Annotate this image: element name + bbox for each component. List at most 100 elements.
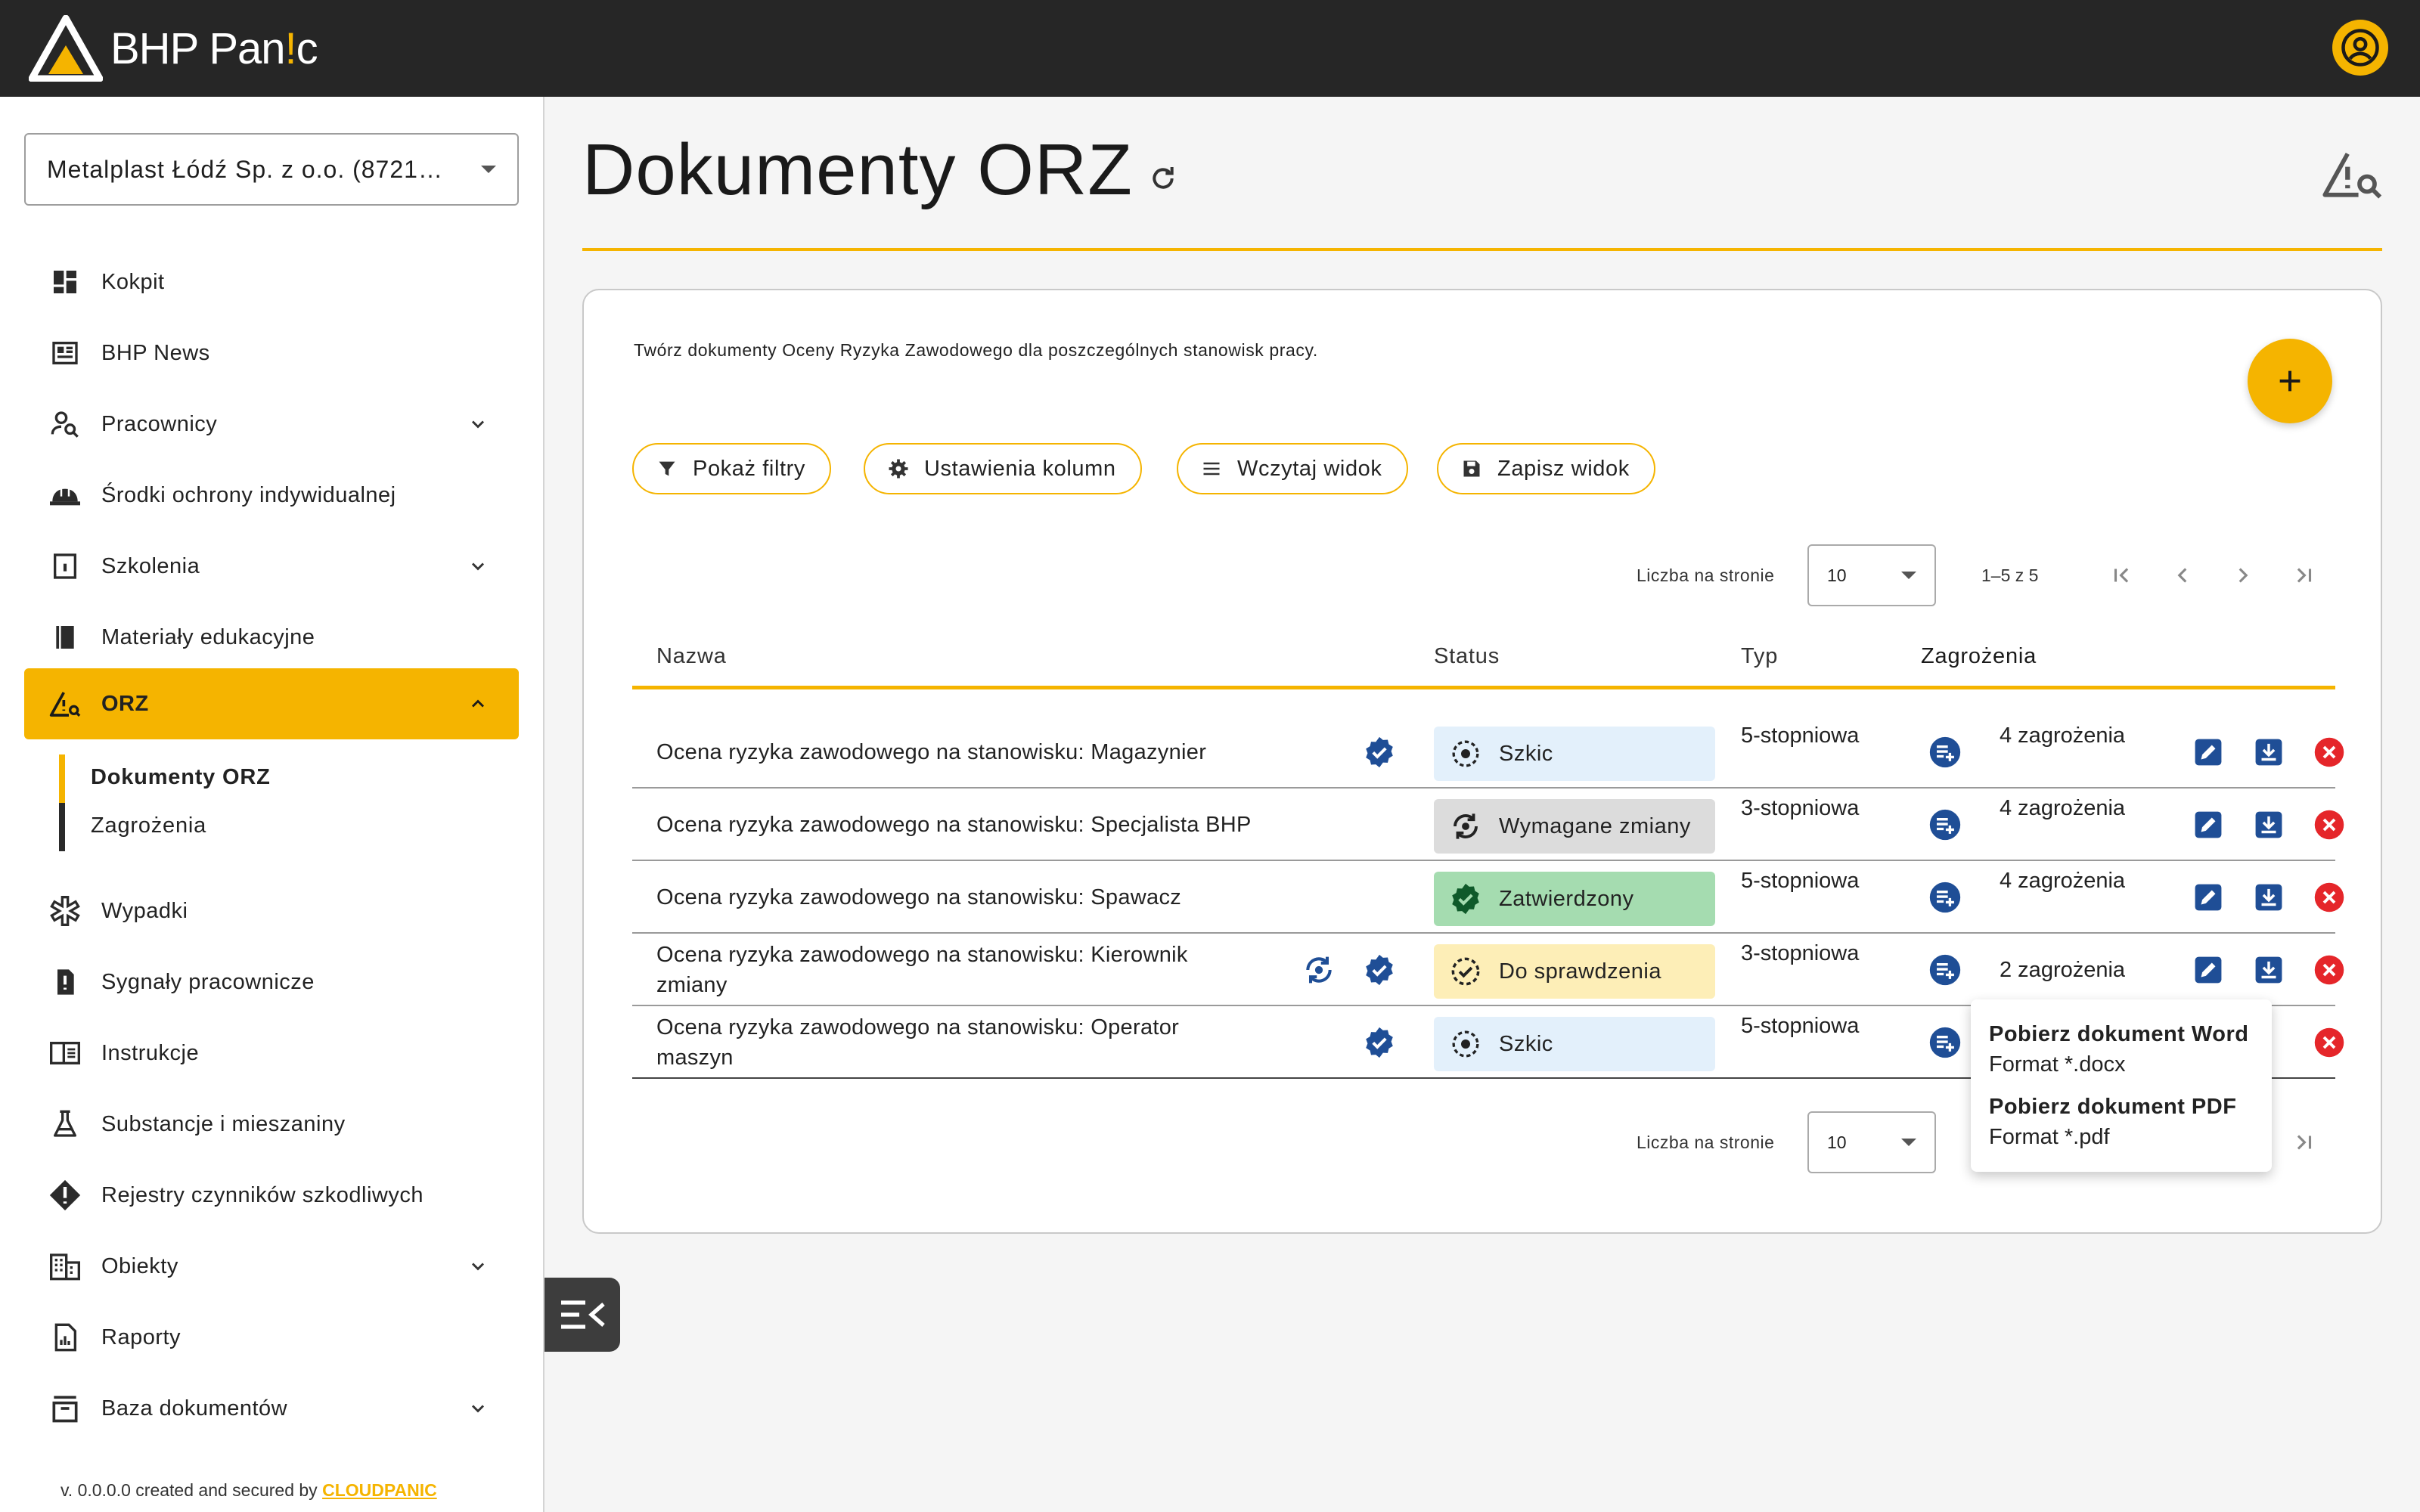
- sidebar-item-bhp-news[interactable]: BHP News: [24, 318, 519, 389]
- delete-button[interactable]: [2311, 879, 2347, 916]
- sidebar-subitem-dokumenty-orz[interactable]: Dokumenty ORZ: [91, 765, 271, 790]
- add-hazard-button[interactable]: [1927, 1024, 1963, 1061]
- sidebar-item-rejestry[interactable]: Rejestry czynników szkodliwych: [24, 1160, 519, 1231]
- row-name: Ocena ryzyka zawodowego na stanowisku: S…: [656, 885, 1182, 909]
- sidebar-item-pracownicy[interactable]: Pracownicy: [24, 389, 519, 460]
- download-button[interactable]: [2251, 879, 2287, 916]
- edit-button[interactable]: [2190, 952, 2226, 988]
- previous-page-button[interactable]: [2164, 557, 2201, 593]
- collapse-sidebar-button[interactable]: [544, 1278, 620, 1352]
- plus-icon: [2279, 370, 2301, 392]
- sidebar-item-orz[interactable]: ORZ: [24, 668, 519, 739]
- rows-per-page-value: 10: [1827, 1132, 1847, 1152]
- download-word-option[interactable]: Pobierz dokument Word Format *.docx: [1989, 1019, 2254, 1080]
- delete-button[interactable]: [2311, 1024, 2347, 1061]
- sidebar: Metalplast Łódź Sp. z o.o. (8721… Kokpit…: [0, 97, 544, 1512]
- download-pdf-option[interactable]: Pobierz dokument PDF Format *.pdf: [1989, 1092, 2254, 1152]
- chevron-down-icon: [463, 409, 493, 439]
- sidebar-item-srodki-ochrony[interactable]: Środki ochrony indywidualnej: [24, 460, 519, 531]
- sidebar-item-kokpit[interactable]: Kokpit: [24, 246, 519, 318]
- edit-button[interactable]: [2190, 807, 2226, 843]
- table-row[interactable]: Ocena ryzyka zawodowego na stanowisku: K…: [632, 934, 2344, 1006]
- sidebar-item-sygnaly[interactable]: Sygnały pracownicze: [24, 947, 519, 1018]
- chevron-down-icon: [463, 551, 493, 581]
- last-page-button[interactable]: [2285, 1124, 2322, 1160]
- edit-icon: [2195, 811, 2222, 838]
- sidebar-item-raporty[interactable]: Raporty: [24, 1302, 519, 1373]
- table-row[interactable]: Ocena ryzyka zawodowego na stanowisku: S…: [632, 789, 2344, 861]
- rows-per-page-value: 10: [1827, 565, 1847, 585]
- flask-icon: [47, 1106, 83, 1142]
- verified-badge-icon: [1361, 734, 1398, 770]
- sidebar-subitem-zagrozenia[interactable]: Zagrożenia: [91, 813, 206, 838]
- sidebar-item-obiekty[interactable]: Obiekty: [24, 1231, 519, 1302]
- row-hazards-count: 2 zagrożenia: [2000, 958, 2126, 982]
- app-name: BHP Pan!c: [110, 23, 318, 73]
- add-hazard-button[interactable]: [1927, 879, 1963, 916]
- delete-button[interactable]: [2311, 952, 2347, 988]
- add-document-button[interactable]: [2248, 339, 2332, 423]
- column-header-hazards[interactable]: Zagrożenia: [1921, 644, 2037, 669]
- column-header-status[interactable]: Status: [1434, 644, 1500, 669]
- vendor-link[interactable]: CLOUDPANIC: [322, 1480, 437, 1500]
- sidebar-item-label: ORZ: [101, 692, 149, 716]
- download-button[interactable]: [2251, 807, 2287, 843]
- app-logo[interactable]: BHP Pan!c: [29, 15, 318, 82]
- playlist-add-icon: [1929, 881, 1961, 913]
- refresh-button[interactable]: [1142, 157, 1184, 200]
- edit-button[interactable]: [2190, 734, 2226, 770]
- version-footer: v. 0.0.0.0 created and secured by CLOUDP…: [60, 1480, 437, 1501]
- table-row[interactable]: Ocena ryzyka zawodowego na stanowisku: S…: [632, 861, 2344, 934]
- add-hazard-button[interactable]: [1927, 952, 1963, 988]
- first-page-button[interactable]: [2104, 557, 2140, 593]
- row-name: Ocena ryzyka zawodowego na stanowisku: M…: [656, 740, 1207, 764]
- delete-button[interactable]: [2311, 734, 2347, 770]
- sidebar-item-instrukcje[interactable]: Instrukcje: [24, 1018, 519, 1089]
- column-settings-button[interactable]: Ustawienia kolumn: [864, 443, 1142, 494]
- rows-per-page-select[interactable]: 10: [1807, 1111, 1936, 1173]
- column-header-name[interactable]: Nazwa: [656, 644, 727, 669]
- page-title: Dokumenty ORZ: [582, 129, 1133, 210]
- close-circle-icon: [2314, 882, 2344, 912]
- save-icon: [1460, 457, 1484, 481]
- version-text: v. 0.0.0.0 created and secured by: [60, 1480, 318, 1500]
- sidebar-item-wypadki[interactable]: Wypadki: [24, 875, 519, 947]
- sidebar-item-materialy[interactable]: Materiały edukacyjne: [24, 602, 519, 673]
- load-view-button[interactable]: Wczytaj widok: [1177, 443, 1408, 494]
- download-word-title: Pobierz dokument Word: [1989, 1022, 2249, 1046]
- status-badge: Zatwierdzony: [1434, 872, 1715, 926]
- sync-review-icon[interactable]: [1301, 952, 1337, 988]
- rows-per-page-select[interactable]: 10: [1807, 544, 1936, 606]
- download-button[interactable]: [2251, 952, 2287, 988]
- download-button[interactable]: [2251, 734, 2287, 770]
- download-menu: Pobierz dokument Word Format *.docx Pobi…: [1971, 999, 2272, 1172]
- sidebar-item-substancje[interactable]: Substancje i mieszaniny: [24, 1089, 519, 1160]
- show-filters-button[interactable]: Pokaż filtry: [632, 443, 832, 494]
- close-circle-icon: [2314, 737, 2344, 767]
- delete-button[interactable]: [2311, 807, 2347, 843]
- save-view-button[interactable]: Zapisz widok: [1437, 443, 1655, 494]
- close-circle-icon: [2314, 1027, 2344, 1058]
- rows-per-page-label: Liczba na stronie: [1637, 1132, 1775, 1152]
- next-page-button[interactable]: [2225, 557, 2261, 593]
- add-hazard-button[interactable]: [1927, 807, 1963, 843]
- user-account-button[interactable]: [2332, 20, 2388, 76]
- chevron-right-icon: [2238, 568, 2248, 583]
- table-row[interactable]: Ocena ryzyka zawodowego na stanowisku: M…: [632, 716, 2344, 789]
- pagination-range: 1–5 z 5: [1981, 565, 2039, 585]
- company-select[interactable]: Metalplast Łódź Sp. z o.o. (8721…: [24, 133, 519, 206]
- add-hazard-button[interactable]: [1927, 734, 1963, 770]
- sidebar-item-szkolenia[interactable]: Szkolenia: [24, 531, 519, 602]
- menu-collapse-icon: [561, 1300, 605, 1329]
- hazard-search-button[interactable]: [2322, 148, 2382, 203]
- building-icon: [47, 1248, 83, 1284]
- column-settings-label: Ustawienia kolumn: [924, 456, 1116, 481]
- sidebar-item-label: Wypadki: [101, 899, 188, 923]
- verified-badge-icon: [1361, 952, 1398, 988]
- column-header-type[interactable]: Typ: [1741, 644, 1778, 669]
- last-page-button[interactable]: [2285, 557, 2322, 593]
- sidebar-item-baza-dokumentow[interactable]: Baza dokumentów: [24, 1373, 519, 1444]
- account-circle-icon: [2341, 29, 2379, 67]
- edit-button[interactable]: [2190, 879, 2226, 916]
- edit-icon: [2195, 884, 2222, 911]
